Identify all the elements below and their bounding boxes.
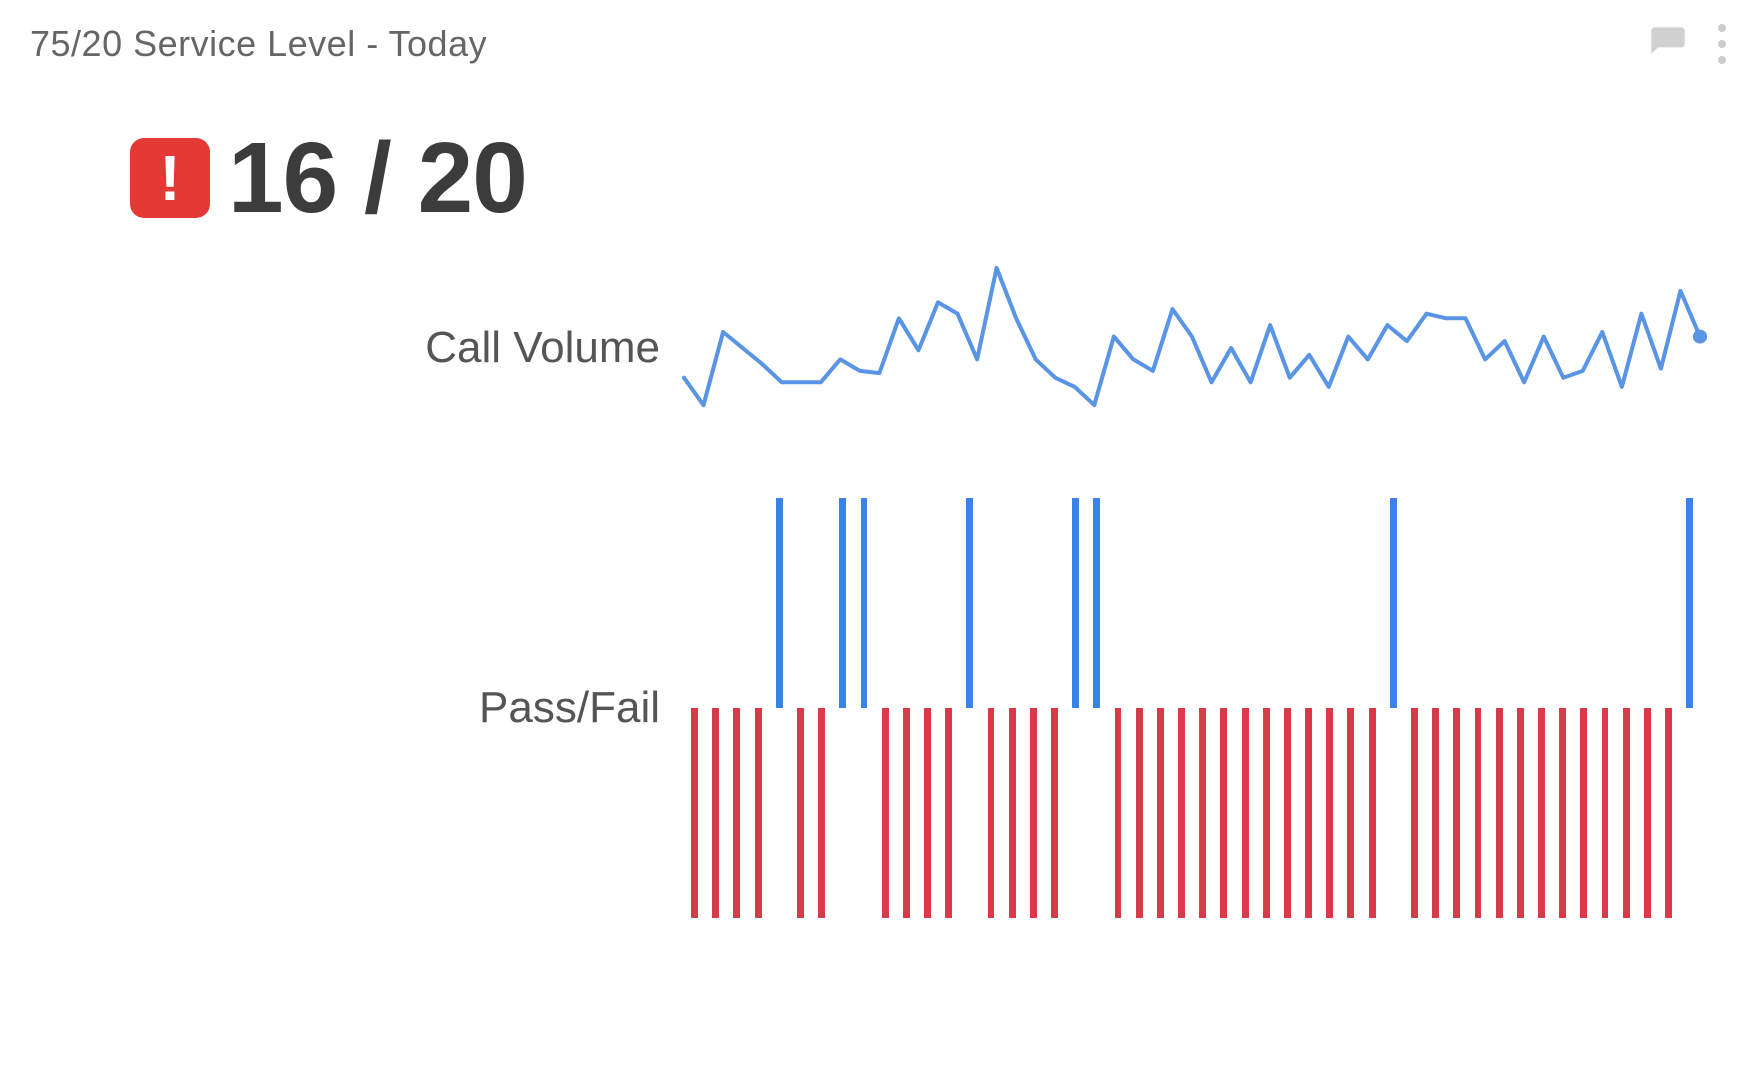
fail-bar xyxy=(1364,498,1381,918)
fail-bar xyxy=(1131,498,1148,918)
fail-bar xyxy=(1554,498,1571,918)
more-options-icon[interactable] xyxy=(1714,20,1730,68)
fail-bar xyxy=(1427,498,1444,918)
service-level-widget: 75/20 Service Level - Today ! 16 / 20 Ca… xyxy=(0,0,1760,1080)
fail-bar xyxy=(1173,498,1190,918)
pass-fail-label: Pass/Fail xyxy=(30,683,684,733)
fail-bar xyxy=(1533,498,1550,918)
fail-bar xyxy=(1236,498,1253,918)
fail-bar xyxy=(813,498,830,918)
fail-bar xyxy=(1512,498,1529,918)
fail-bar xyxy=(1639,498,1656,918)
fail-bar xyxy=(728,498,745,918)
fail-bar xyxy=(1300,498,1317,918)
pass-bar xyxy=(1067,498,1084,918)
pass-bar xyxy=(1088,498,1105,918)
widget-actions xyxy=(1648,20,1730,68)
fail-bar xyxy=(1406,498,1423,918)
pass-fail-chart xyxy=(684,498,1700,918)
fail-bar xyxy=(1152,498,1169,918)
fail-bar xyxy=(1025,498,1042,918)
widget-title: 75/20 Service Level - Today xyxy=(30,23,487,65)
fail-bar xyxy=(1448,498,1465,918)
fail-bar xyxy=(792,498,809,918)
widget-header: 75/20 Service Level - Today xyxy=(30,20,1730,68)
fail-bar xyxy=(940,498,957,918)
fail-bar xyxy=(707,498,724,918)
metric-summary: ! 16 / 20 xyxy=(130,128,1730,228)
pass-bar xyxy=(834,498,851,918)
pass-bar xyxy=(771,498,788,918)
pass-bar xyxy=(1681,498,1698,918)
pass-fail-row: Pass/Fail xyxy=(30,498,1700,918)
alert-icon: ! xyxy=(130,138,210,218)
fail-bar xyxy=(1258,498,1275,918)
fail-bar xyxy=(919,498,936,918)
metric-value: 16 / 20 xyxy=(228,128,527,228)
fail-bar xyxy=(1109,498,1126,918)
fail-bar xyxy=(750,498,767,918)
fail-bar xyxy=(1342,498,1359,918)
fail-bar xyxy=(1046,498,1063,918)
fail-bar xyxy=(1469,498,1486,918)
pass-bar xyxy=(961,498,978,918)
fail-bar xyxy=(1618,498,1635,918)
call-volume-chart xyxy=(684,268,1700,428)
fail-bar xyxy=(982,498,999,918)
pass-bar xyxy=(855,498,872,918)
fail-bar xyxy=(898,498,915,918)
fail-bar xyxy=(1004,498,1021,918)
comment-icon[interactable] xyxy=(1648,24,1688,64)
fail-bar xyxy=(1321,498,1338,918)
pass-bar xyxy=(1385,498,1402,918)
fail-bar xyxy=(1596,498,1613,918)
fail-bar xyxy=(1279,498,1296,918)
call-volume-label: Call Volume xyxy=(30,323,684,373)
fail-bar xyxy=(1660,498,1677,918)
fail-bar xyxy=(1491,498,1508,918)
call-volume-row: Call Volume xyxy=(30,268,1700,428)
fail-bar xyxy=(1194,498,1211,918)
fail-bar xyxy=(1215,498,1232,918)
fail-bar xyxy=(686,498,703,918)
fail-bar xyxy=(877,498,894,918)
fail-bar xyxy=(1575,498,1592,918)
